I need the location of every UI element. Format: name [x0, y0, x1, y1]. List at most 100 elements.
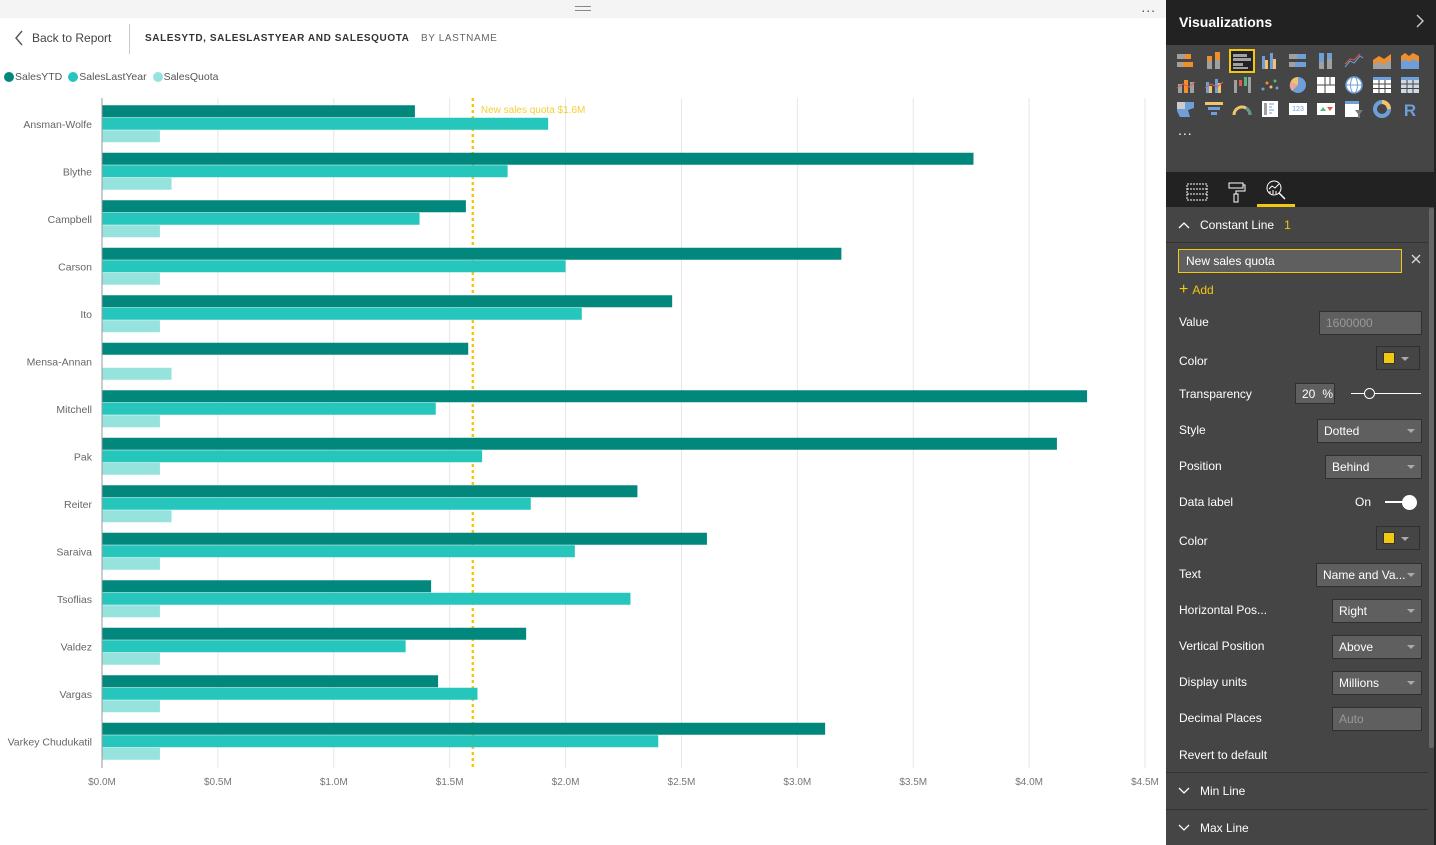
- add-label: Add: [1192, 283, 1214, 297]
- transparency-slider-thumb[interactable]: [1364, 388, 1375, 399]
- vertical-position-dropdown[interactable]: Above: [1332, 635, 1422, 659]
- category-label: Saraiva: [56, 546, 92, 558]
- transparency-slider-track[interactable]: [1351, 393, 1421, 394]
- transparency-input[interactable]: 20 %: [1295, 383, 1335, 404]
- legend-item-saleslastyear[interactable]: SalesLastYear: [68, 71, 147, 83]
- more-visuals-button[interactable]: ...: [1178, 122, 1193, 138]
- add-constant-line-button[interactable]: + Add: [1179, 282, 1214, 298]
- line-and-stacked-column-chart-icon[interactable]: [1174, 74, 1198, 96]
- chevron-down-icon: [1401, 357, 1409, 361]
- tab-analytics[interactable]: [1257, 176, 1295, 207]
- x-tick-label: $3.0M: [783, 777, 811, 788]
- drag-grip-icon[interactable]: [575, 6, 591, 11]
- bar-salesquota: [102, 130, 160, 143]
- bar-salesytd: [102, 722, 826, 735]
- label-color-picker[interactable]: [1376, 526, 1420, 550]
- text-value: Name and Va...: [1323, 568, 1406, 582]
- kpi-icon[interactable]: [1314, 98, 1338, 120]
- bar-salesquota: [102, 700, 160, 713]
- donut-chart-icon[interactable]: [1370, 98, 1394, 120]
- constant-line-section-header[interactable]: Constant Line 1: [1166, 207, 1428, 243]
- bar-saleslastyear: [102, 735, 659, 748]
- style-dropdown[interactable]: Dotted: [1317, 419, 1422, 443]
- category-label: Reiter: [64, 499, 93, 511]
- line-color-picker[interactable]: [1376, 346, 1420, 370]
- 100-stacked-bar-chart-icon[interactable]: [1286, 50, 1310, 72]
- visualizations-pane: Visualizations 123 R ... Constant Line 1…: [1166, 0, 1436, 845]
- focus-mode-area: ... Back to Report SALESYTD, SALESLASTYE…: [0, 0, 1166, 845]
- legend-dot: [152, 72, 163, 82]
- pie-chart-icon[interactable]: [1286, 74, 1310, 96]
- scatter-chart-icon[interactable]: [1258, 74, 1282, 96]
- gauge-icon[interactable]: [1230, 98, 1254, 120]
- card-icon[interactable]: 123: [1286, 98, 1310, 120]
- treemap-icon[interactable]: [1314, 74, 1338, 96]
- legend-item-salesytd[interactable]: SalesYTD: [4, 71, 62, 83]
- display-units-dropdown[interactable]: Millions: [1332, 671, 1422, 695]
- area-chart-icon[interactable]: [1370, 50, 1394, 72]
- category-label: Tsoflias: [57, 594, 92, 606]
- bar-saleslastyear: [102, 307, 582, 320]
- svg-text:123: 123: [1292, 106, 1304, 113]
- clustered-bar-chart-icon[interactable]: [1229, 49, 1255, 73]
- back-to-report-button[interactable]: Back to Report: [14, 30, 111, 46]
- tab-fields[interactable]: [1178, 176, 1216, 207]
- stacked-bar-chart-icon[interactable]: [1174, 50, 1198, 72]
- category-label: Blythe: [63, 166, 92, 178]
- min-line-section-header[interactable]: Min Line: [1166, 772, 1428, 808]
- matrix-icon[interactable]: [1398, 74, 1422, 96]
- table-icon[interactable]: [1370, 74, 1394, 96]
- funnel-icon[interactable]: [1202, 98, 1226, 120]
- position-dropdown[interactable]: Behind: [1325, 455, 1422, 479]
- stacked-column-chart-icon[interactable]: [1202, 50, 1226, 72]
- decimal-places-input[interactable]: Auto: [1332, 707, 1422, 731]
- analytics-properties: Constant Line 1 New sales quota + Add Va…: [1166, 207, 1428, 845]
- max-line-section-header[interactable]: Max Line: [1166, 809, 1428, 845]
- chevron-right-icon[interactable]: [1414, 13, 1426, 29]
- value-input[interactable]: 1600000: [1319, 311, 1422, 335]
- revert-to-default-link[interactable]: Revert to default: [1179, 748, 1267, 762]
- legend-item-salesquota[interactable]: SalesQuota: [152, 71, 218, 83]
- clustered-bar-chart: New sales quota $1.6M Ansman-Wolfe Blythe C…: [8, 98, 1159, 788]
- visual-subtitle: BY LASTNAME: [421, 33, 498, 44]
- bar-salesytd: [102, 485, 638, 498]
- category-label: Carson: [58, 261, 92, 273]
- constant-line-label: New sales quota $1.6M: [481, 105, 586, 116]
- bar-salesquota: [102, 415, 160, 428]
- bar-salesytd: [102, 675, 439, 688]
- color-swatch: [1383, 532, 1395, 544]
- paint-roller-icon: [1228, 182, 1246, 202]
- waterfall-chart-icon[interactable]: [1230, 74, 1254, 96]
- stacked-area-chart-icon[interactable]: [1398, 50, 1422, 72]
- bar-salesquota: [102, 272, 160, 285]
- tab-format[interactable]: [1217, 176, 1255, 207]
- x-tick-label: $1.5M: [436, 777, 464, 788]
- filled-map-icon[interactable]: [1174, 98, 1198, 120]
- analytics-magnifier-icon: [1266, 180, 1286, 200]
- r-script-visual-icon[interactable]: R: [1398, 98, 1422, 120]
- data-label-label: Data label: [1179, 495, 1234, 509]
- app-root: ... Back to Report SALESYTD, SALESLASTYE…: [0, 0, 1436, 845]
- chevron-down-icon: [1407, 645, 1415, 649]
- text-dropdown[interactable]: Name and Va...: [1316, 563, 1422, 587]
- data-label-toggle[interactable]: [1385, 495, 1422, 510]
- clustered-column-chart-icon[interactable]: [1258, 50, 1282, 72]
- more-options-button[interactable]: ...: [1141, 0, 1156, 14]
- bar-saleslastyear: [102, 497, 531, 510]
- line-chart-icon[interactable]: [1342, 50, 1366, 72]
- map-icon[interactable]: [1342, 74, 1366, 96]
- line-and-clustered-column-chart-icon[interactable]: [1202, 74, 1226, 96]
- bar-salesytd: [102, 390, 1088, 403]
- horizontal-position-dropdown[interactable]: Right: [1332, 599, 1422, 623]
- position-label: Position: [1179, 459, 1222, 473]
- multi-row-card-icon[interactable]: [1258, 98, 1282, 120]
- slicer-icon[interactable]: [1342, 98, 1366, 120]
- bar-saleslastyear: [102, 212, 420, 225]
- x-tick-label: $0.0M: [88, 777, 116, 788]
- constant-line-name-input[interactable]: New sales quota: [1178, 249, 1402, 273]
- bar-salesytd: [102, 437, 1057, 450]
- value-label: Value: [1179, 315, 1209, 329]
- close-icon[interactable]: [1410, 253, 1422, 265]
- 100-stacked-column-chart-icon[interactable]: [1314, 50, 1338, 72]
- visual-type-gallery: 123 R: [1174, 49, 1426, 122]
